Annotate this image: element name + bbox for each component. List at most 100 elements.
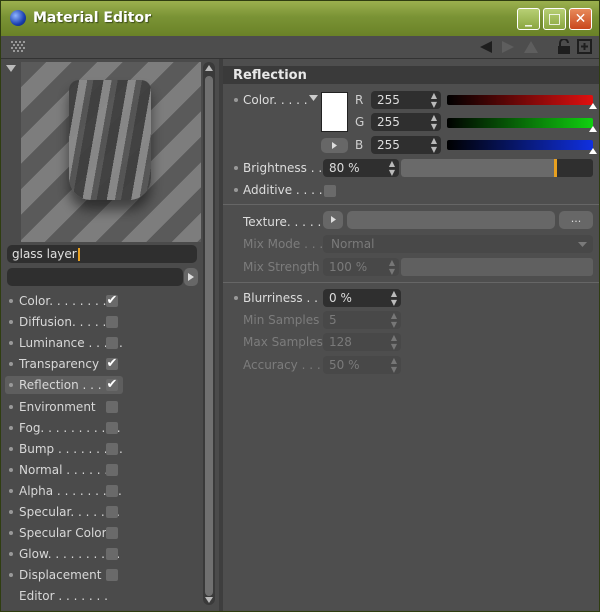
preview-collapse-icon[interactable] [6,65,16,73]
color-swatch[interactable] [321,92,348,132]
divider [223,204,599,205]
right-arrow-icon [332,142,337,149]
forward-arrow-icon[interactable] [501,40,515,54]
up-arrow-icon[interactable] [523,40,539,54]
color-picker-button[interactable] [321,138,348,153]
channel-checkbox[interactable] [106,569,118,582]
mix-strength-input[interactable]: 100 % ▲ ▼ [323,258,399,276]
channel-label[interactable]: Specular. . . . . . . [19,503,120,521]
brightness-input[interactable]: 80 % ▲ ▼ [323,159,399,177]
animation-dot[interactable] [234,98,238,102]
max-samples-label: Max Samples [243,335,323,349]
left-panel: glass layer Color. . . . . . . . . ✔ Diffu… [1,59,219,611]
additive-checkbox[interactable] [324,185,336,197]
texture-label: Texture. . . . . [243,215,322,229]
channel-checkbox[interactable]: ✔ [106,357,118,371]
blurriness-input[interactable]: 0 % ▲ ▼ [323,289,401,307]
r-label: R [355,93,364,107]
texture-menu-button[interactable] [323,211,343,229]
scroll-up-icon[interactable] [205,65,213,71]
channel-label[interactable]: Specular Color [19,524,107,542]
material-name-field[interactable]: glass layer [7,245,197,263]
right-arrow-icon [188,273,194,281]
accuracy-input[interactable]: 50 % ▲ ▼ [323,356,401,374]
back-arrow-icon[interactable] [479,40,493,54]
left-scrollbar[interactable] [203,62,215,605]
max-samples-input[interactable]: 128 ▲ ▼ [323,333,401,351]
animation-dot[interactable] [234,296,238,300]
mix-mode-select[interactable]: Normal [323,235,593,253]
toolbar [1,36,599,59]
glass-object-render [69,80,151,200]
b-label: B [355,138,364,152]
animation-dot[interactable] [234,166,238,170]
checkmark-icon: ✔ [106,293,118,308]
channel-dot [9,404,13,409]
color-label: Color. . . . . [243,93,308,107]
channel-label[interactable]: Transparency [19,355,99,373]
slider-marker-icon[interactable] [589,103,597,109]
min-samples-label: Min Samples [243,313,320,327]
channel-checkbox[interactable] [106,463,118,476]
channel-label[interactable]: Glow. . . . . . . . . . [19,545,120,563]
channel-checkbox[interactable] [106,527,118,540]
r-value-input[interactable]: 255 ▲ ▼ [371,91,441,109]
slider-marker-icon[interactable] [589,148,597,154]
channel-label[interactable]: Normal . . . . . . . [19,461,116,479]
channel-checkbox[interactable] [106,400,118,413]
maximize-button[interactable]: □ [543,8,566,30]
channel-label[interactable]: Color. . . . . . . . . [19,292,114,310]
material-filter-field[interactable] [7,268,183,286]
title-bar[interactable]: Material Editor _ □ ✕ [1,1,599,36]
texture-browse-button[interactable]: ... [559,211,593,229]
texture-slot[interactable] [347,211,555,229]
app-sphere-icon [10,10,26,26]
channel-dot [9,299,13,303]
channel-dot [9,467,13,472]
min-samples-input[interactable]: 5 ▲ ▼ [323,311,401,329]
channel-checkbox[interactable]: ✔ [106,378,118,392]
channel-checkbox[interactable] [106,442,118,455]
channel-checkbox[interactable] [106,316,118,329]
window-title: Material Editor [33,10,151,26]
channel-label[interactable]: Diffusion. . . . . . [19,313,114,331]
new-window-icon[interactable] [577,39,592,54]
g-value-input[interactable]: 255 ▲ ▼ [371,113,441,131]
section-header: Reflection [223,66,599,84]
minimize-button[interactable]: _ [517,8,540,30]
channel-dot [9,320,13,325]
divider [223,282,599,283]
mix-strength-slider[interactable] [401,258,593,276]
channel-dot [9,341,13,346]
material-preview[interactable] [21,62,201,242]
blue-slider[interactable] [447,140,597,154]
channel-checkbox[interactable] [106,548,118,561]
animation-dot[interactable] [234,188,238,192]
channel-label[interactable]: Editor . . . . . . . [19,587,108,605]
channel-checkbox[interactable] [106,421,118,434]
b-value-input[interactable]: 255 ▲ ▼ [371,136,441,154]
filter-dropdown-button[interactable] [184,268,198,286]
brightness-slider-handle[interactable] [553,159,557,177]
channel-dot [9,531,13,536]
channel-checkbox[interactable] [106,337,118,350]
accuracy-label: Accuracy . . . . [243,358,329,372]
brightness-slider-fill [401,159,555,177]
channel-checkbox[interactable] [106,506,118,518]
color-options-arrow-icon[interactable] [309,95,318,101]
brightness-slider[interactable] [401,159,593,177]
channel-label[interactable]: Environment [19,398,96,416]
channel-label[interactable]: Reflection . . . . [19,376,109,394]
scroll-down-icon[interactable] [205,597,213,603]
grip-icon[interactable] [11,41,25,53]
slider-marker-icon[interactable] [589,126,597,132]
channel-checkbox[interactable]: ✔ [106,293,118,308]
close-button[interactable]: ✕ [569,8,592,30]
channel-checkbox[interactable] [106,484,118,497]
material-editor-window: Material Editor _ □ ✕ glass layer Color.… [0,0,600,612]
scrollbar-thumb[interactable] [205,76,213,596]
channel-label[interactable]: Displacement [19,566,102,584]
red-slider[interactable] [447,95,597,109]
green-slider[interactable] [447,118,597,132]
lock-icon[interactable] [557,39,571,55]
